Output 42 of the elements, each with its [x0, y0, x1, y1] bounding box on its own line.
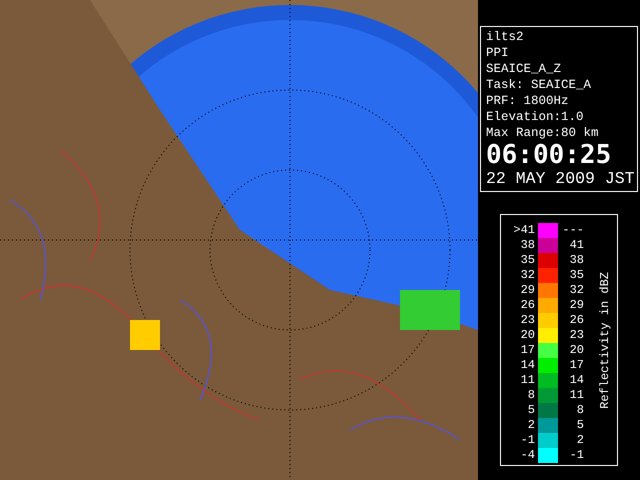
- legend-high-value: 20: [568, 343, 584, 358]
- legend-high-value: -1: [568, 448, 584, 463]
- legend-low-value: 35: [520, 253, 535, 268]
- legend-low-value: 5: [526, 403, 535, 418]
- legend-high-value: 41: [568, 238, 584, 253]
- time-text: 06:00:25: [486, 141, 612, 169]
- legend-high-value: 35: [568, 268, 584, 283]
- info-text: PRF: 1800Hz: [486, 93, 570, 109]
- legend-high-value: 5: [576, 418, 584, 433]
- legend-low-value: -4: [520, 448, 535, 463]
- legend-high-value: 38: [568, 253, 584, 268]
- legend-high-value: 11: [568, 388, 584, 403]
- legend-low-value: 26: [520, 298, 535, 313]
- info-text: ilts2: [486, 29, 525, 45]
- info-text: PPI: [486, 45, 510, 61]
- legend-low-value: 23: [520, 313, 535, 328]
- info-text: Task: SEAICE_A: [486, 77, 592, 93]
- legend-low-value: 20: [520, 328, 535, 343]
- legend-low-value: >41: [512, 223, 535, 238]
- info-text: Max Range:80 km: [486, 125, 600, 141]
- legend-low-value: -1: [520, 433, 535, 448]
- legend-high-value: 23: [568, 328, 584, 343]
- legend-high-value: 26: [568, 313, 584, 328]
- legend-high-value: 32: [568, 283, 584, 298]
- legend-high-value: 2: [576, 433, 584, 448]
- legend-high-value: 14: [568, 373, 584, 388]
- legend-low-value: 29: [520, 283, 535, 298]
- legend-low-value: 38: [520, 238, 535, 253]
- legend-high-value: ---: [561, 223, 584, 238]
- legend-low-value: 2: [526, 418, 535, 433]
- date-text: 22 MAY 2009 JST: [486, 169, 632, 189]
- legend-low-value: 14: [520, 358, 535, 373]
- legend-low-value: 8: [526, 388, 535, 403]
- info-text: SEAICE_A_Z: [486, 61, 562, 77]
- legend-low-value: 17: [520, 343, 535, 358]
- legend-high-value: 29: [568, 298, 584, 313]
- legend-high-value: 17: [568, 358, 584, 373]
- legend-title: Reflectivity in dBZ: [597, 272, 613, 408]
- legend-low-value: 32: [520, 268, 535, 283]
- legend-low-value: 11: [520, 373, 535, 388]
- info-text: Elevation:1.0: [486, 109, 585, 125]
- legend-high-value: 8: [576, 403, 584, 418]
